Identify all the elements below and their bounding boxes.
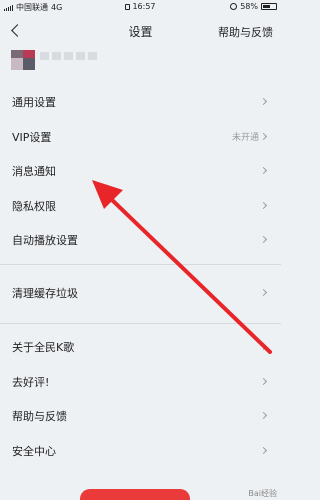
annotation-arrow bbox=[92, 180, 272, 354]
arrow-shaft bbox=[108, 196, 272, 354]
